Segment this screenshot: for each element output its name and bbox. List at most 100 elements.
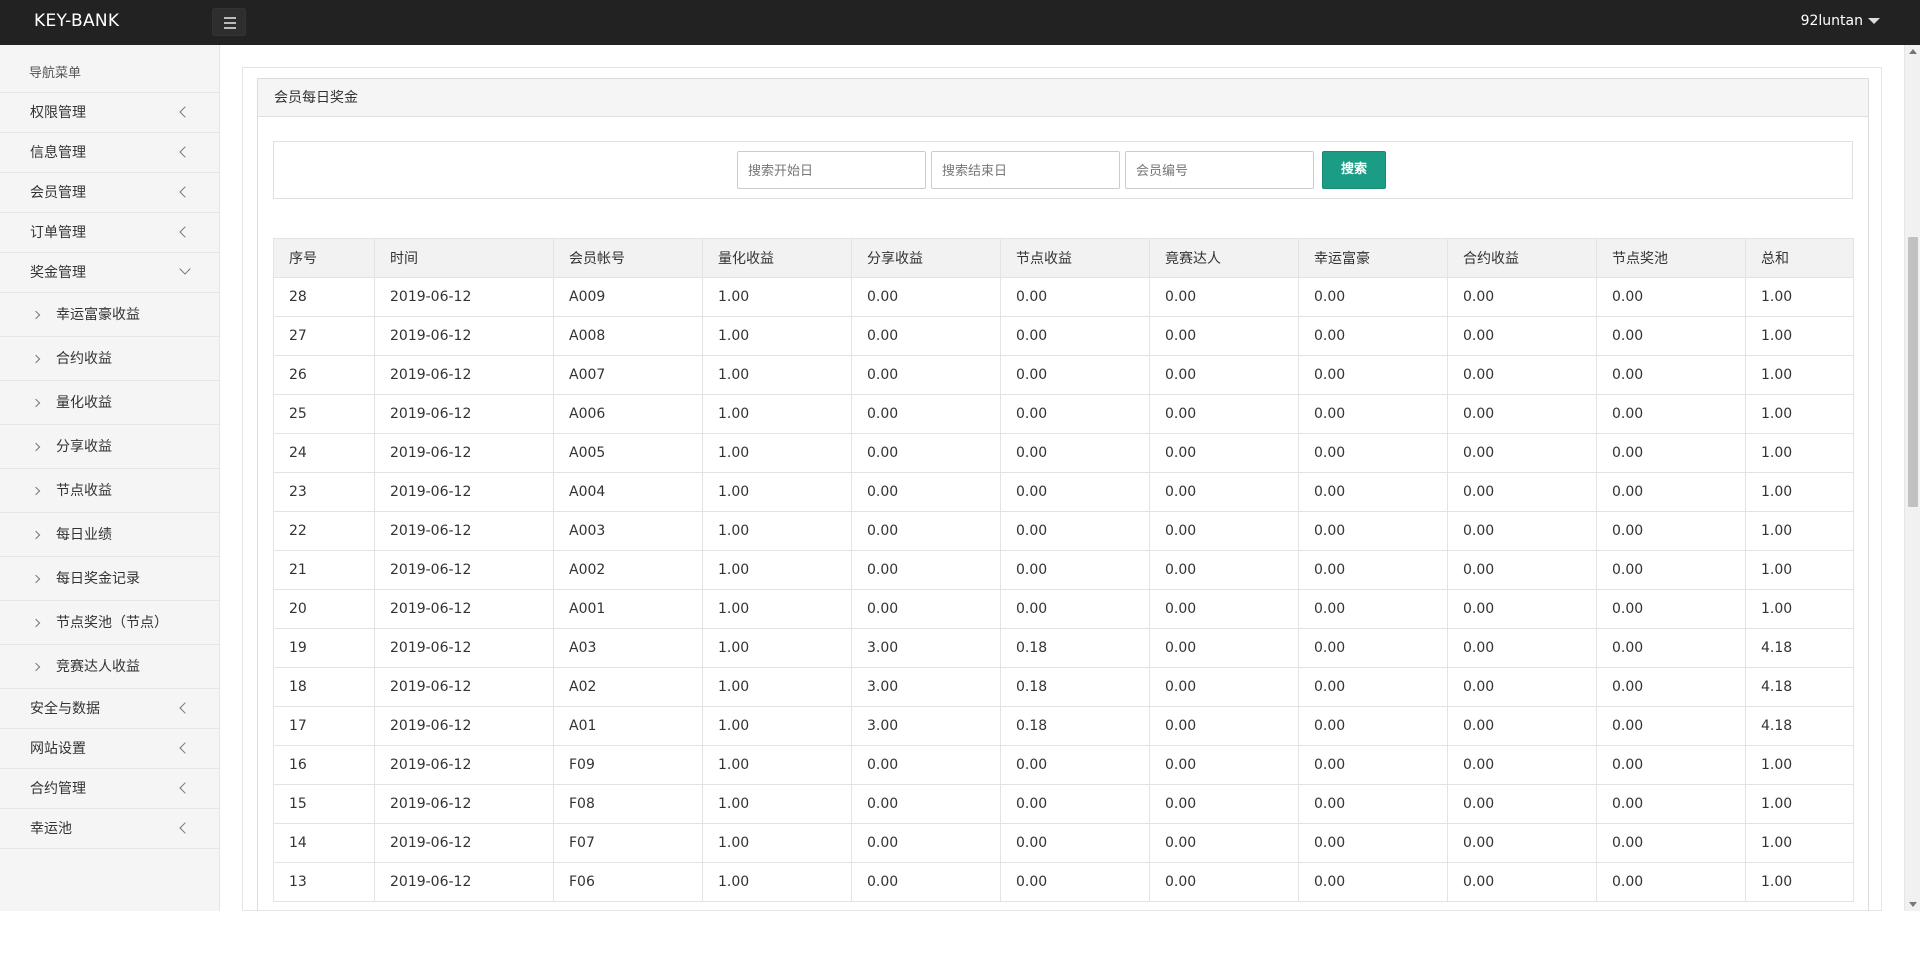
table-cell: 0.00 <box>1298 394 1448 434</box>
table-header-row: 序号 时间 会员帐号 量化收益 分享收益 节点收益 竟赛达人 幸运富豪 合约收益… <box>273 238 1854 278</box>
table-cell: 0.18 <box>1000 706 1150 746</box>
sidebar-subitem-label: 竞赛达人收益 <box>56 659 140 675</box>
table-cell: 2019-06-12 <box>374 667 554 707</box>
table-cell: 0.00 <box>1298 277 1448 317</box>
table-cell: 13 <box>273 862 375 902</box>
sidebar-item-label: 会员管理 <box>30 185 86 201</box>
sidebar-subitem-daily-bonus-record[interactable]: 每日奖金记录 <box>0 557 219 601</box>
table-cell: 1.00 <box>702 394 852 434</box>
sidebar-item-members[interactable]: 会员管理 <box>0 173 219 213</box>
table-cell: 2019-06-12 <box>374 511 554 551</box>
start-date-input[interactable] <box>737 151 926 189</box>
table-cell: 2019-06-12 <box>374 589 554 629</box>
table-cell: 0.00 <box>1298 550 1448 590</box>
table-cell: 1.00 <box>702 511 852 551</box>
user-name: 92luntan <box>1800 13 1863 29</box>
chevron-right-icon <box>31 442 41 452</box>
sidebar-item-bonus[interactable]: 奖金管理 <box>0 253 219 293</box>
chevron-right-icon <box>31 530 41 540</box>
sidebar-subitem-label: 节点收益 <box>56 483 112 499</box>
table-cell: 1.00 <box>1745 355 1854 395</box>
table-cell: 1.00 <box>1745 472 1854 512</box>
sidebar-subitem-share[interactable]: 分享收益 <box>0 425 219 469</box>
page-scrollbar[interactable] <box>1904 45 1920 911</box>
table-cell: 0.00 <box>1000 316 1150 356</box>
sidebar-subitem-contest[interactable]: 竞赛达人收益 <box>0 645 219 689</box>
table-cell: 0.00 <box>1149 667 1299 707</box>
sidebar-subitem-quant[interactable]: 量化收益 <box>0 381 219 425</box>
scrollbar-thumb[interactable] <box>1908 237 1918 507</box>
table-cell: 2019-06-12 <box>374 277 554 317</box>
chevron-left-icon <box>179 186 191 198</box>
sidebar-toggle-button[interactable] <box>212 8 246 36</box>
table-cell: 0.00 <box>1298 316 1448 356</box>
end-date-input[interactable] <box>931 151 1120 189</box>
table-cell: A002 <box>553 550 703 590</box>
table-cell: 26 <box>273 355 375 395</box>
table-row: 28 2019-06-12 A009 1.00 0.00 0.00 0.00 0.00 0.00… <box>273 277 1854 317</box>
sidebar-item-lucky-pool[interactable]: 幸运池 <box>0 809 219 849</box>
chevron-right-icon <box>31 398 41 408</box>
table-cell: 0.00 <box>1298 823 1448 863</box>
table-row: 15 2019-06-12 F08 1.00 0.00 0.00 0.00 0.00 0.00 0… <box>273 784 1854 824</box>
table-cell: 0.00 <box>1149 706 1299 746</box>
table-cell: 4.18 <box>1745 628 1854 668</box>
table-cell: 0.00 <box>1149 550 1299 590</box>
column-header: 幸运富豪 <box>1298 238 1448 278</box>
search-button[interactable]: 搜索 <box>1322 151 1386 189</box>
brand-logo[interactable]: KEY-BANK <box>34 11 119 31</box>
table-cell: 1.00 <box>702 355 852 395</box>
table-cell: 0.00 <box>851 511 1001 551</box>
table-cell: 0.00 <box>1596 511 1746 551</box>
table-row: 22 2019-06-12 A003 1.00 0.00 0.00 0.00 0.00 0.00… <box>273 511 1854 551</box>
table-cell: 0.00 <box>851 862 1001 902</box>
sidebar-item-label: 合约管理 <box>30 781 86 797</box>
sidebar-subitem-label: 每日业绩 <box>56 527 112 543</box>
sidebar-item-orders[interactable]: 订单管理 <box>0 213 219 253</box>
menu-icon-bar <box>224 22 236 24</box>
table-cell: 0.00 <box>1596 706 1746 746</box>
table-cell: A009 <box>553 277 703 317</box>
table-row: 26 2019-06-12 A007 1.00 0.00 0.00 0.00 0.00 0.00… <box>273 355 1854 395</box>
table-cell: F09 <box>553 745 703 785</box>
column-header: 量化收益 <box>702 238 852 278</box>
table-cell: 0.00 <box>1149 394 1299 434</box>
sidebar-item-security[interactable]: 安全与数据 <box>0 689 219 729</box>
sidebar-subitem-label: 幸运富豪收益 <box>56 307 140 323</box>
chevron-left-icon <box>179 822 191 834</box>
sidebar-subitem-node-pool[interactable]: 节点奖池（节点） <box>0 601 219 645</box>
sidebar-subitem-daily-performance[interactable]: 每日业绩 <box>0 513 219 557</box>
table-cell: 0.00 <box>1298 628 1448 668</box>
sidebar-item-label: 奖金管理 <box>30 265 86 281</box>
sidebar-item-contracts[interactable]: 合约管理 <box>0 769 219 809</box>
table-cell: 1.00 <box>1745 784 1854 824</box>
table-cell: A004 <box>553 472 703 512</box>
table-cell: 0.00 <box>1000 745 1150 785</box>
table-cell: 23 <box>273 472 375 512</box>
member-id-input[interactable] <box>1125 151 1314 189</box>
table-cell: 1.00 <box>1745 862 1854 902</box>
table-cell: A007 <box>553 355 703 395</box>
table-cell: 0.00 <box>851 355 1001 395</box>
chevron-right-icon <box>31 662 41 672</box>
sidebar-subitem-label: 合约收益 <box>56 351 112 367</box>
sidebar-item-info[interactable]: 信息管理 <box>0 133 219 173</box>
table-cell: 0.00 <box>851 472 1001 512</box>
sidebar-item-site-settings[interactable]: 网站设置 <box>0 729 219 769</box>
column-header: 合约收益 <box>1447 238 1597 278</box>
table-cell: 2019-06-12 <box>374 745 554 785</box>
table-cell: 22 <box>273 511 375 551</box>
sidebar-subitem-node[interactable]: 节点收益 <box>0 469 219 513</box>
table-cell: 0.00 <box>851 550 1001 590</box>
table-cell: 0.00 <box>851 394 1001 434</box>
table-row: 13 2019-06-12 F06 1.00 0.00 0.00 0.00 0.00 0.00 0… <box>273 862 1854 902</box>
table-cell: 1.00 <box>702 862 852 902</box>
user-menu[interactable]: 92luntan <box>1801 13 1880 29</box>
sidebar-subitem-contract[interactable]: 合约收益 <box>0 337 219 381</box>
table-cell: 19 <box>273 628 375 668</box>
sidebar-subitem-lucky-rich[interactable]: 幸运富豪收益 <box>0 293 219 337</box>
scroll-down-icon[interactable] <box>1909 902 1917 907</box>
sidebar-item-permissions[interactable]: 权限管理 <box>0 93 219 133</box>
column-header: 总和 <box>1745 238 1854 278</box>
scroll-up-icon[interactable] <box>1909 49 1917 54</box>
